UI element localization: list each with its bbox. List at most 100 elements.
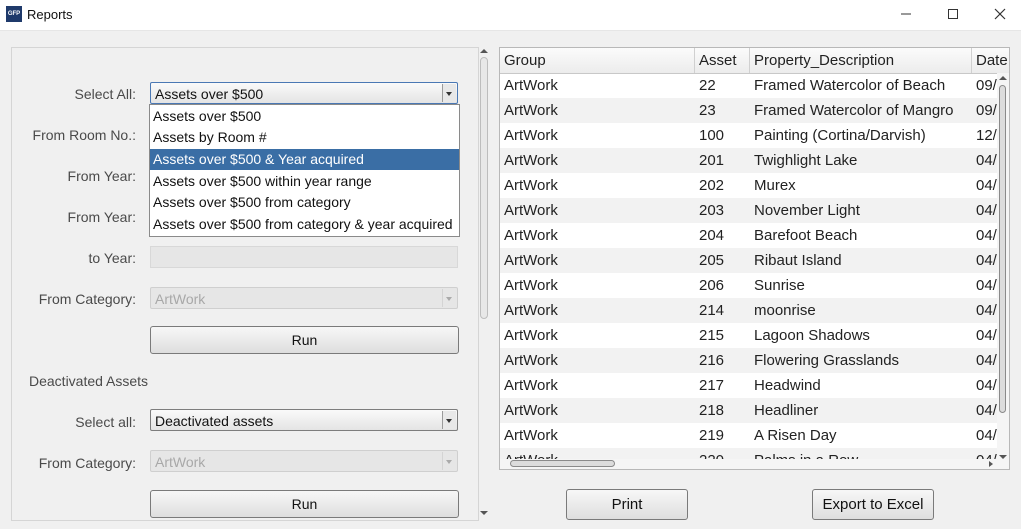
to-year-input[interactable] [150,246,458,268]
scroll-up-icon[interactable] [997,74,1009,82]
deactivated-assets-heading: Deactivated Assets [29,373,149,389]
select-all-label: Select All: [74,86,136,102]
results-table[interactable]: Group Asset Property_Description Date Ar… [499,47,1010,470]
table-cell: Framed Watercolor of Beach [754,77,946,94]
table-row[interactable]: ArtWork 214 moonrise 04/ [500,298,1009,323]
chevron-down-icon[interactable] [442,452,456,470]
table-cell: November Light [754,202,860,219]
window-title: Reports [27,7,73,22]
table-cell: ArtWork [504,252,558,269]
run-button[interactable]: Run [150,326,459,354]
table-row[interactable]: ArtWork 203 November Light 04/ [500,198,1009,223]
chevron-down-icon[interactable] [442,84,456,102]
table-cell: Ribaut Island [754,252,842,269]
table-row[interactable]: ArtWork 205 Ribaut Island 04/ [500,248,1009,273]
left-panel-scrollbar[interactable] [478,47,490,517]
run-deactivated-button[interactable]: Run [150,490,459,518]
table-cell: ArtWork [504,227,558,244]
table-cell: ArtWork [504,427,558,444]
table-horizontal-scrollbar[interactable] [500,459,999,469]
dropdown-option[interactable]: Assets by Room # [150,127,459,148]
from-category-label: From Category: [38,291,136,307]
table-cell: ArtWork [504,302,558,319]
deactivated-category-value: ArtWork [155,454,206,470]
table-cell: 22 [699,77,716,94]
table-cell: Sunrise [754,277,805,294]
column-header-asset[interactable]: Asset [695,48,750,73]
deactivated-category-combo[interactable]: ArtWork [150,450,458,472]
table-row[interactable]: ArtWork 219 A Risen Day 04/ [500,423,1009,448]
table-cell: ArtWork [504,77,558,94]
dropdown-option[interactable]: Assets over $500 from category [150,192,459,213]
table-cell: 203 [699,202,725,219]
scrollbar-thumb[interactable] [480,57,488,319]
minimize-button[interactable] [882,0,930,28]
chevron-down-icon[interactable] [442,289,456,307]
table-cell: 214 [699,302,725,319]
table-row[interactable]: ArtWork 204 Barefoot Beach 04/ [500,223,1009,248]
table-cell: ArtWork [504,102,558,119]
table-row[interactable]: ArtWork 216 Flowering Grasslands 04/ [500,348,1009,373]
table-row[interactable]: ArtWork 100 Painting (Cortina/Darvish) 12/1 [500,123,1009,148]
close-button[interactable] [976,0,1021,28]
table-cell: 23 [699,102,716,119]
table-cell: 215 [699,327,725,344]
maximize-button[interactable] [929,0,977,28]
app-icon: GFP [6,6,22,22]
chevron-down-icon[interactable] [442,411,456,429]
column-header-description[interactable]: Property_Description [750,48,972,73]
table-row[interactable]: ArtWork 201 Twighlight Lake 04/ [500,148,1009,173]
table-cell: ArtWork [504,327,558,344]
deactivated-select-label: Select all: [75,414,136,430]
print-button[interactable]: Print [566,489,688,520]
table-cell: Twighlight Lake [754,152,858,169]
scrollbar-thumb[interactable] [510,460,615,467]
table-cell: ArtWork [504,402,558,419]
select-all-value: Assets over $500 [155,86,264,102]
column-header-date[interactable]: Date [972,48,1009,73]
select-all-combo[interactable]: Assets over $500 [150,82,458,104]
table-row[interactable]: ArtWork 217 Headwind 04/ [500,373,1009,398]
from-category-value: ArtWork [155,291,206,307]
table-cell: ArtWork [504,152,558,169]
export-to-excel-button[interactable]: Export to Excel [812,489,934,520]
table-cell: Flowering Grasslands [754,352,900,369]
column-header-group[interactable]: Group [500,48,695,73]
table-row[interactable]: ArtWork 215 Lagoon Shadows 04/ [500,323,1009,348]
table-cell: Lagoon Shadows [754,327,870,344]
table-cell: 202 [699,177,725,194]
deactivated-select-value: Deactivated assets [155,413,274,429]
select-all-dropdown-list: Assets over $500 Assets by Room # Assets… [149,104,460,237]
table-cell: moonrise [754,302,816,319]
dropdown-option-selected[interactable]: Assets over $500 & Year acquired [150,149,459,170]
scroll-down-icon[interactable] [478,509,490,517]
table-row[interactable]: ArtWork 218 Headliner 04/ [500,398,1009,423]
table-vertical-scrollbar[interactable] [997,73,1009,469]
scroll-right-icon[interactable] [987,459,995,469]
scrollbar-thumb[interactable] [999,85,1006,413]
deactivated-select-combo[interactable]: Deactivated assets [150,409,458,431]
table-cell: ArtWork [504,377,558,394]
table-cell: Framed Watercolor of Mangro [754,102,954,119]
close-icon [994,8,1006,20]
table-row[interactable]: ArtWork 202 Murex 04/ [500,173,1009,198]
table-header: Group Asset Property_Description Date [500,48,1009,74]
dropdown-option[interactable]: Assets over $500 [150,106,459,127]
table-cell: Murex [754,177,796,194]
table-row[interactable]: ArtWork 22 Framed Watercolor of Beach 09/ [500,73,1009,98]
from-year-label-2: From Year: [67,209,136,225]
table-cell: Headwind [754,377,821,394]
table-cell: 216 [699,352,725,369]
dropdown-option[interactable]: Assets over $500 within year range [150,171,459,192]
table-row[interactable]: ArtWork 23 Framed Watercolor of Mangro 09/ [500,98,1009,123]
from-category-combo[interactable]: ArtWork [150,287,458,309]
table-row[interactable]: ArtWork 206 Sunrise 04/ [500,273,1009,298]
table-cell: ArtWork [504,352,558,369]
table-cell: ArtWork [504,177,558,194]
from-room-label: From Room No.: [32,127,136,143]
title-bar: GFP Reports [0,0,1021,31]
table-cell: ArtWork [504,127,558,144]
table-cell: 218 [699,402,725,419]
dropdown-option[interactable]: Assets over $500 from category & year ac… [150,214,459,235]
scroll-up-icon[interactable] [478,47,490,55]
